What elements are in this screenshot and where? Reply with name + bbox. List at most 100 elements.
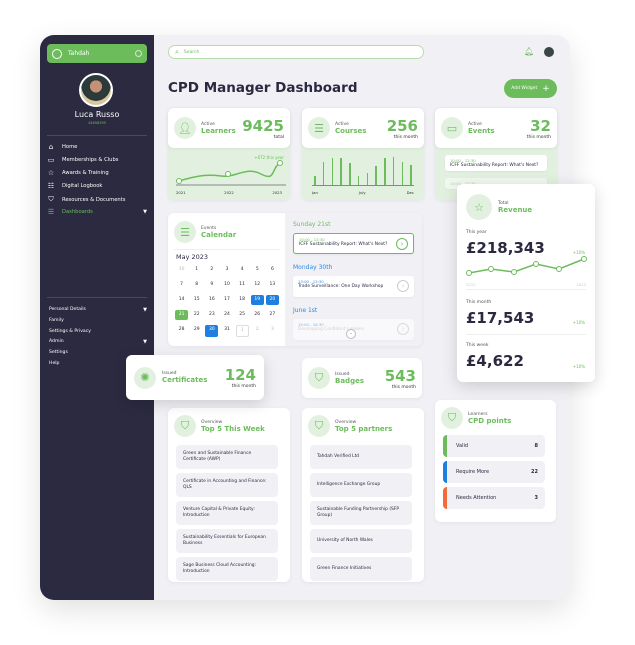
badges-count: 543: [384, 366, 416, 385]
list-item-label: University of North Wales: [317, 538, 373, 544]
avatar[interactable]: [79, 73, 113, 107]
cpd-status-row[interactable]: Require More 22: [443, 461, 545, 483]
event-title: Trade Surveillance: One Day Workshop: [298, 284, 384, 289]
title: Certificates: [162, 376, 208, 384]
calendar-day[interactable]: 2: [251, 325, 264, 337]
user-icon: 👤︎: [174, 117, 196, 139]
chevron-right-icon[interactable]: ›: [396, 238, 408, 250]
sidebar-link[interactable]: Personal Details ▼: [49, 307, 147, 313]
list-item[interactable]: Intelligence Exchange Group: [310, 473, 412, 497]
calendar-day[interactable]: 7: [175, 280, 188, 290]
calendar-day[interactable]: 16: [205, 295, 218, 305]
sidebar-item[interactable]: ⌂ Home: [47, 143, 147, 151]
week-value: £4,622: [466, 352, 524, 370]
calendar-day[interactable]: 27: [266, 310, 279, 320]
notification-bell-icon[interactable]: 🔔︎: [524, 47, 534, 56]
scroll-down-button[interactable]: ⌄: [346, 329, 356, 339]
calendar-day[interactable]: 19: [250, 295, 264, 305]
menu-icon: ☰: [47, 208, 55, 216]
title: CPD points: [468, 416, 512, 425]
calendar-day[interactable]: 24: [220, 310, 233, 320]
events-count: 32: [530, 116, 551, 135]
event-title: ICFF Sustainability Report: What's Next?: [450, 163, 539, 168]
title: Revenue: [498, 205, 533, 214]
list-item[interactable]: Sage Business Cloud Accounting: Introduc…: [176, 557, 278, 581]
download-icon[interactable]: [135, 50, 142, 57]
sidebar-item[interactable]: ▭ Memberships & Clubs: [47, 156, 147, 164]
calendar-day[interactable]: 6: [266, 265, 279, 275]
add-widget-button[interactable]: Add Widget +: [504, 79, 557, 98]
agenda-event[interactable]: 13:00 - 13:30 Trade Surveillance: One Day…: [293, 276, 414, 297]
calendar-day[interactable]: 2: [205, 265, 218, 275]
calendar-day[interactable]: 13: [266, 280, 279, 290]
list-item[interactable]: Sustainable Funding Partnership (SFP Gro…: [310, 501, 412, 525]
brand-switcher[interactable]: Tahdah: [47, 44, 147, 63]
calendar-day[interactable]: 9: [205, 280, 218, 290]
star-icon: ☆: [47, 169, 55, 177]
profile-avatar[interactable]: [544, 47, 554, 57]
course-bar: [322, 162, 325, 185]
unit: this month: [393, 134, 418, 140]
logo-icon: [52, 48, 62, 59]
list-item[interactable]: Tahdah Verified Ltd: [310, 445, 412, 469]
list-item[interactable]: University of North Wales: [310, 529, 412, 553]
agenda-event[interactable]: 10:00 - 12:30 ICFF Sustainability Report:…: [293, 233, 414, 254]
calendar-day[interactable]: 15: [190, 295, 203, 305]
year-delta: +10%: [572, 250, 585, 255]
event-title: ICFF Sustainability Report: What's Next?: [299, 242, 388, 247]
calendar-day[interactable]: 29: [190, 325, 203, 337]
calendar-day[interactable]: 30: [205, 325, 219, 337]
sidebar-link[interactable]: Settings & Privacy: [49, 329, 147, 334]
course-bar: [410, 164, 412, 185]
calendar-day[interactable]: 26: [251, 310, 264, 320]
sidebar-item[interactable]: ⛉ Resources & Documents: [47, 195, 147, 204]
calendar-day[interactable]: 28: [175, 325, 188, 337]
list-item[interactable]: Venture Capital & Private Equity: Introd…: [176, 501, 278, 525]
bookmark-icon: ⛉: [48, 195, 54, 203]
event-item[interactable]: 10:00 - 12:30 ICFF Sustainability Report:…: [445, 155, 547, 171]
month-label: This month: [466, 300, 492, 305]
calendar-day[interactable]: 4: [236, 265, 249, 275]
sidebar-item[interactable]: ☆ Awards & Training: [47, 169, 147, 177]
calendar-day[interactable]: 11: [236, 280, 249, 290]
calendar-day[interactable]: 12: [251, 280, 264, 290]
calendar-day[interactable]: 14: [175, 295, 188, 305]
cpd-status-row[interactable]: Valid 8: [443, 435, 545, 457]
calendar-day[interactable]: 10: [220, 280, 233, 290]
month-value: £17,543: [466, 309, 535, 327]
calendar-day[interactable]: 20: [265, 295, 279, 305]
calendar-day[interactable]: 17: [220, 295, 233, 305]
list-item[interactable]: Sustainability Essentials for European B…: [176, 529, 278, 553]
page-title: CPD Manager Dashboard: [168, 80, 358, 96]
calendar-day[interactable]: 22: [190, 310, 203, 320]
calendar-day[interactable]: 21: [175, 310, 189, 320]
chevron-right-icon[interactable]: ›: [397, 323, 409, 335]
list-item[interactable]: Certificate in Accounting and Finance: Q…: [176, 473, 278, 497]
calendar-day[interactable]: 25: [236, 310, 249, 320]
calendar-day[interactable]: 30: [175, 265, 188, 275]
list-item[interactable]: Green Finance Initiatives: [310, 557, 412, 581]
calendar-day[interactable]: 1: [190, 265, 203, 275]
course-bar: [357, 175, 360, 185]
list-item[interactable]: Green and Sustainable Finance Certificat…: [176, 445, 278, 469]
cpd-status-row[interactable]: Needs Attention 3: [443, 487, 545, 509]
calendar-day[interactable]: 8: [190, 280, 203, 290]
search-icon: ⌕: [175, 47, 179, 56]
calendar-day[interactable]: 5: [251, 265, 264, 275]
calendar-day[interactable]: 1: [235, 325, 249, 337]
certificate-seal-icon: ✺: [134, 366, 156, 389]
cpd-points-widget: ⛉ Learners CPD points Valid 8 Require More 22…: [435, 400, 556, 522]
calendar-day[interactable]: 18: [236, 295, 249, 305]
course-bar: [314, 175, 316, 185]
sidebar-item[interactable]: ☰ Dashboards ▼: [47, 208, 147, 216]
calendar-day[interactable]: 3: [220, 265, 233, 275]
sidebar-item[interactable]: ☷ Digital Logbook: [47, 182, 147, 190]
calendar-day[interactable]: 23: [205, 310, 218, 320]
sidebar-link[interactable]: Family: [49, 318, 147, 323]
sidebar-link[interactable]: Admin ▼: [49, 339, 147, 345]
search-input[interactable]: ⌕ Search: [168, 45, 424, 59]
calendar-day[interactable]: 31: [220, 325, 233, 337]
chevron-right-icon[interactable]: ›: [397, 280, 409, 292]
calendar-day[interactable]: 3: [266, 325, 279, 337]
sidebar-item-label: Resources & Documents: [62, 196, 126, 203]
